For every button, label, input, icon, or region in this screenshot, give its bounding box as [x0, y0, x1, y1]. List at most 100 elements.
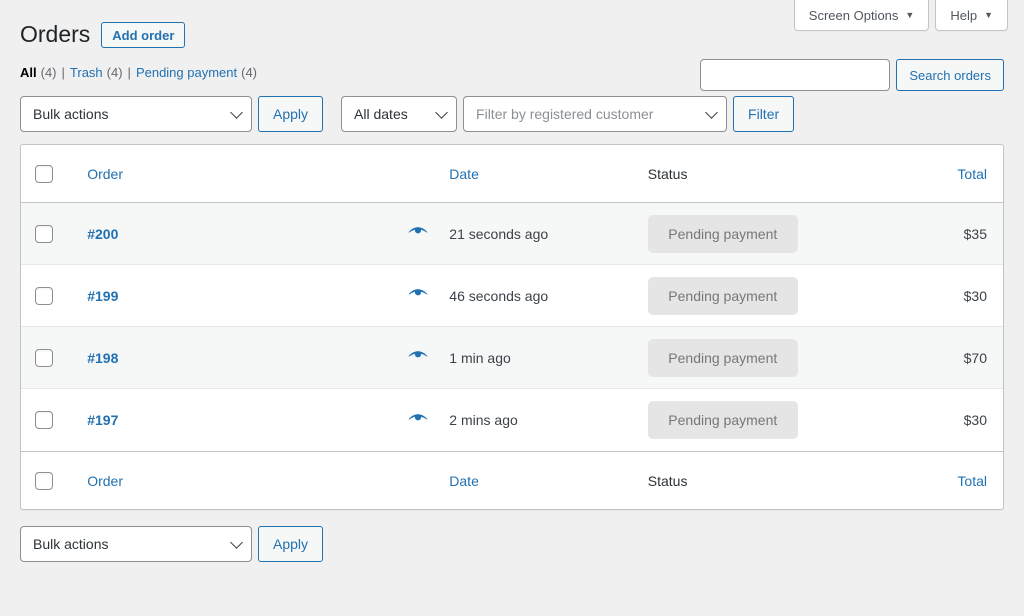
row-checkbox[interactable]: [35, 224, 53, 243]
date-cell: 1 min ago: [449, 327, 648, 389]
screen-options-button[interactable]: Screen Options ▼: [793, 0, 930, 31]
column-footer-preview: [386, 451, 450, 509]
status-link-all-count: (4): [40, 64, 57, 80]
date-cell: 2 mins ago: [449, 412, 518, 428]
status-cell: Pending payment: [647, 327, 899, 389]
order-cell: #200: [73, 203, 387, 265]
select-all-header: [21, 145, 74, 203]
orders-table: Order Date Status Total #200 21 seconds a…: [20, 144, 1004, 510]
tablenav-bottom: Bulk actions Apply: [20, 526, 1004, 562]
separator-2: |: [127, 64, 131, 80]
date-filter-value: All dates: [354, 106, 408, 122]
eye-icon[interactable]: [408, 412, 428, 426]
column-footer-date-label[interactable]: Date: [449, 473, 479, 489]
chevron-down-icon: ▼: [984, 9, 993, 20]
separator-1: |: [61, 64, 65, 80]
filter-button[interactable]: Filter: [733, 96, 795, 132]
bulk-actions-select-bottom-value: Bulk actions: [33, 536, 109, 552]
column-footer-order[interactable]: Order: [73, 451, 387, 509]
bulk-actions-select-bottom[interactable]: Bulk actions: [20, 526, 252, 562]
row-checkbox[interactable]: [35, 286, 53, 305]
filters-group: All dates Filter by registered customer …: [341, 96, 795, 132]
status-link-trash-count: (4): [106, 64, 123, 80]
status-link-pending-payment[interactable]: Pending payment (4): [136, 65, 257, 80]
date-cell: 46 seconds ago: [449, 265, 648, 327]
apply-button-top[interactable]: Apply: [258, 96, 324, 132]
search-input[interactable]: [700, 59, 891, 91]
table-header-row: Order Date Status Total: [21, 145, 1003, 203]
column-header-status-label: Status: [647, 165, 688, 182]
status-link-all[interactable]: All (4): [20, 65, 57, 80]
status-badge: Pending payment: [647, 276, 798, 315]
column-footer-total[interactable]: Total: [898, 451, 1003, 509]
eye-icon[interactable]: [408, 225, 428, 239]
date-filter-select[interactable]: All dates: [341, 96, 458, 132]
order-cell: #199: [73, 265, 387, 327]
orders-table-head: Order Date Status Total: [21, 145, 1003, 203]
column-footer-date[interactable]: Date: [449, 451, 648, 509]
status-link-all-label[interactable]: All: [20, 65, 37, 80]
eye-icon[interactable]: [408, 287, 428, 301]
screen-meta-links: Screen Options ▼ Help ▼: [793, 0, 1008, 31]
apply-button-bottom[interactable]: Apply: [258, 526, 324, 562]
chevron-down-icon: [230, 106, 243, 119]
order-number-link[interactable]: #197: [87, 412, 118, 428]
row-select-cell: [21, 389, 73, 451]
row-select-cell: [21, 327, 74, 389]
table-row: #199 46 seconds ago Pending payment $30: [21, 265, 1003, 327]
preview-cell: [386, 265, 450, 327]
chevron-down-icon: ▼: [905, 9, 915, 20]
status-cell: Pending payment: [647, 203, 899, 265]
select-all-checkbox-footer[interactable]: [35, 471, 53, 490]
table-footer-row: Order Date Status Total: [21, 451, 1003, 509]
chevron-down-icon: [230, 536, 243, 549]
column-header-status: Status: [647, 145, 899, 203]
preview-cell: [387, 389, 450, 451]
status-badge: Pending payment: [647, 214, 798, 253]
select-all-checkbox[interactable]: [35, 164, 53, 183]
column-header-order-label[interactable]: Order: [87, 166, 123, 182]
status-link-pending-payment-label[interactable]: Pending payment: [136, 65, 237, 80]
column-header-total-label[interactable]: Total: [957, 166, 987, 182]
bulk-actions-group-bottom: Bulk actions Apply: [20, 526, 324, 562]
column-footer-total-label[interactable]: Total: [957, 473, 987, 489]
order-cell: #197: [73, 389, 386, 451]
eye-icon[interactable]: [408, 349, 428, 363]
column-footer-status-label: Status: [647, 472, 688, 489]
bulk-actions-group-top: Bulk actions Apply: [20, 96, 324, 132]
tablenav-top: Bulk actions Apply All dates Filter by r…: [20, 96, 1004, 132]
order-number-link[interactable]: #200: [87, 226, 118, 242]
preview-cell: [386, 327, 450, 389]
customer-filter-placeholder: Filter by registered customer: [476, 106, 654, 122]
column-header-preview: [386, 145, 450, 203]
row-checkbox[interactable]: [35, 411, 53, 430]
chevron-down-icon: [435, 106, 448, 119]
status-badge: Pending payment: [647, 401, 798, 439]
bulk-actions-select-top[interactable]: Bulk actions: [20, 96, 252, 132]
total-cell: $30: [963, 412, 987, 428]
orders-table-body: #200 21 seconds ago Pending payment $35 #199…: [21, 203, 1003, 451]
search-orders-button[interactable]: Search orders: [896, 59, 1004, 91]
order-number-link[interactable]: #198: [87, 350, 118, 366]
row-select-cell: [21, 203, 74, 265]
date-cell: 21 seconds ago: [449, 203, 648, 265]
customer-filter-select[interactable]: Filter by registered customer: [463, 96, 728, 132]
order-cell: #198: [73, 327, 387, 389]
table-row: #198 1 min ago Pending payment $70: [21, 327, 1003, 389]
column-header-total[interactable]: Total: [898, 145, 1003, 203]
status-cell: Pending payment: [647, 265, 899, 327]
add-order-button[interactable]: Add order: [101, 22, 186, 48]
column-header-date-label[interactable]: Date: [449, 166, 479, 182]
status-badge: Pending payment: [647, 338, 798, 377]
screen-options-label: Screen Options: [808, 7, 899, 23]
column-header-order[interactable]: Order: [73, 145, 387, 203]
order-number-link[interactable]: #199: [87, 288, 118, 304]
column-footer-order-label[interactable]: Order: [87, 473, 123, 489]
help-button[interactable]: Help ▼: [935, 0, 1008, 31]
status-link-trash[interactable]: Trash (4): [70, 65, 123, 80]
status-link-trash-label[interactable]: Trash: [70, 65, 103, 80]
search-box: Search orders: [700, 59, 1004, 91]
column-header-date[interactable]: Date: [449, 145, 648, 203]
row-checkbox[interactable]: [35, 348, 53, 367]
chevron-down-icon: [705, 106, 718, 119]
